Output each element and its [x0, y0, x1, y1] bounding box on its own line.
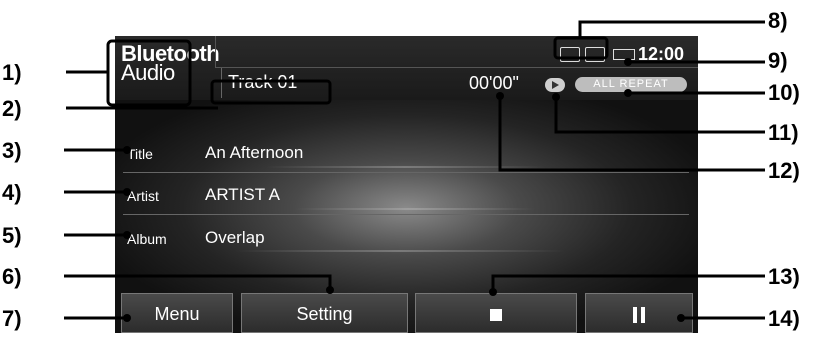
callout-leader-lines	[64, 20, 765, 322]
callout-11: 11)	[768, 120, 799, 145]
callout-9: 9)	[768, 48, 788, 73]
callout-12: 12)	[768, 158, 800, 183]
leader-line-6	[64, 274, 332, 290]
callout-box-1	[106, 39, 192, 107]
callout-13: 13)	[768, 264, 800, 289]
callout-5: 5)	[2, 223, 22, 248]
callout-box-2	[210, 79, 332, 105]
leader-line-13	[491, 274, 765, 292]
callout-box-8	[553, 36, 609, 60]
callout-3: 3)	[2, 138, 22, 163]
callout-2: 2)	[2, 96, 22, 121]
callout-14: 14)	[768, 306, 800, 331]
callout-4: 4)	[2, 180, 22, 205]
callout-8: 8)	[768, 8, 788, 33]
leader-line-8	[578, 20, 765, 38]
leader-line-11	[554, 97, 765, 134]
callout-1: 1)	[2, 60, 22, 85]
callout-10: 10)	[768, 80, 800, 105]
callout-7: 7)	[2, 306, 22, 331]
callout-6: 6)	[2, 264, 22, 289]
